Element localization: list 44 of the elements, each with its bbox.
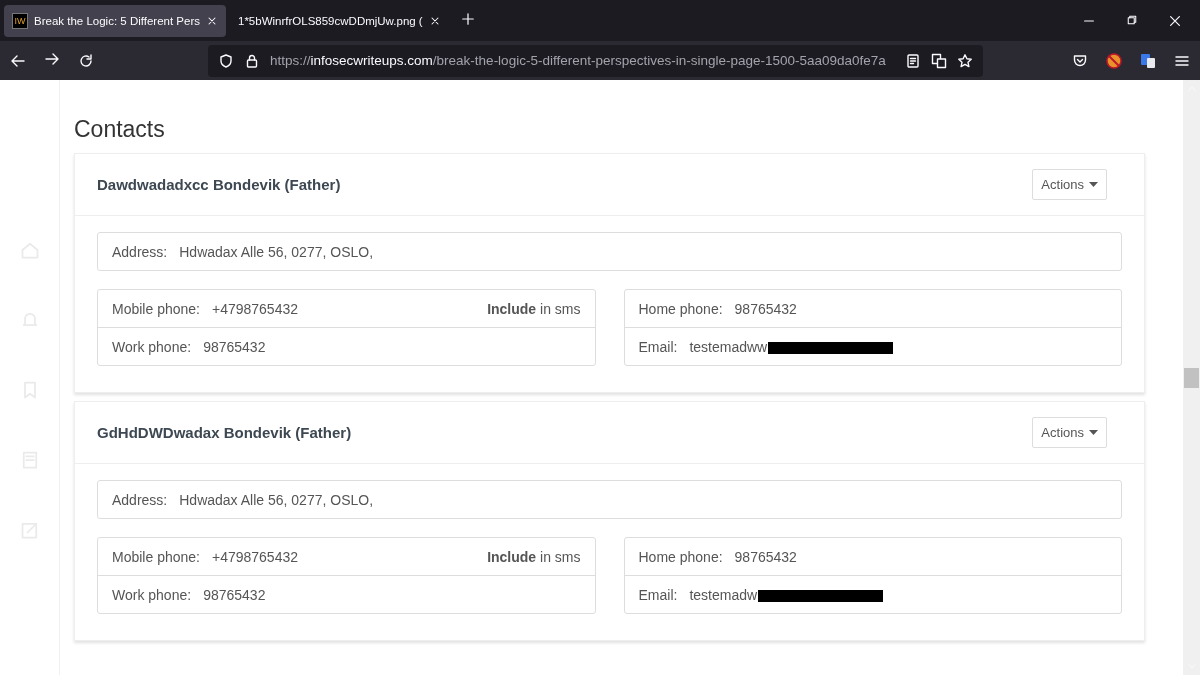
- browser-tab[interactable]: IW Break the Logic: 5 Different Pers: [4, 4, 226, 37]
- restore-icon[interactable]: [1126, 13, 1138, 26]
- star-icon[interactable]: [957, 52, 973, 69]
- contact-name: Dawdwadadxcc Bondevik (Father): [97, 176, 341, 193]
- field-value: 98765432: [203, 586, 266, 603]
- reload-icon[interactable]: [78, 52, 94, 69]
- field-value: 98765432: [203, 338, 266, 355]
- close-icon[interactable]: [1168, 13, 1182, 28]
- field-label: Email:: [638, 586, 678, 603]
- field-value: +4798765432: [211, 548, 298, 565]
- field-value: testemadww: [689, 338, 768, 355]
- reader-icon[interactable]: [905, 52, 921, 69]
- browser-tab[interactable]: 1*5bWinrfrOLS859cwDDmjUw.png (: [230, 4, 449, 37]
- field-label: Home phone:: [638, 300, 723, 317]
- caret-icon: [1089, 182, 1098, 187]
- shield-icon[interactable]: [218, 52, 234, 69]
- field-value: testemadw: [689, 586, 758, 603]
- actions-button[interactable]: Actions: [1032, 169, 1107, 200]
- address-bar[interactable]: https://infosecwriteups.com/break-the-logic-5-different-perspectives-in-single-page-1500-5aa09da0fe7a: [208, 44, 983, 77]
- field-value: 98765432: [734, 300, 797, 317]
- field-label: Work phone:: [112, 338, 192, 355]
- new-tab-icon[interactable]: [460, 11, 475, 26]
- field-label: Address:: [112, 243, 168, 260]
- field-label: Mobile phone:: [112, 300, 200, 317]
- field-label: Work phone:: [112, 586, 192, 603]
- actions-button[interactable]: Actions: [1032, 417, 1107, 448]
- pocket-icon[interactable]: [1072, 52, 1088, 69]
- lock-icon[interactable]: [244, 52, 260, 69]
- sms-note: Include in sms: [487, 548, 581, 565]
- blocked-extension-icon[interactable]: [1106, 52, 1122, 69]
- field-value: 98765432: [734, 548, 797, 565]
- scrollbar-thumb[interactable]: [1184, 367, 1199, 388]
- site-favicon: IW: [12, 12, 28, 29]
- field-value: +4798765432: [211, 300, 298, 317]
- field-label: Address:: [112, 491, 168, 508]
- field-label: Email:: [638, 338, 678, 355]
- field-label: Home phone:: [638, 548, 723, 565]
- page-title: Contacts: [74, 116, 166, 143]
- field-value: Hdwadax Alle 56, 0277, OSLO,: [179, 243, 374, 260]
- sms-note: Include in sms: [487, 300, 581, 317]
- field-label: Mobile phone:: [112, 548, 200, 565]
- contact-name: GdHdDWDwadax Bondevik (Father): [97, 424, 352, 441]
- caret-icon: [1089, 430, 1098, 435]
- field-value: Hdwadax Alle 56, 0277, OSLO,: [179, 491, 374, 508]
